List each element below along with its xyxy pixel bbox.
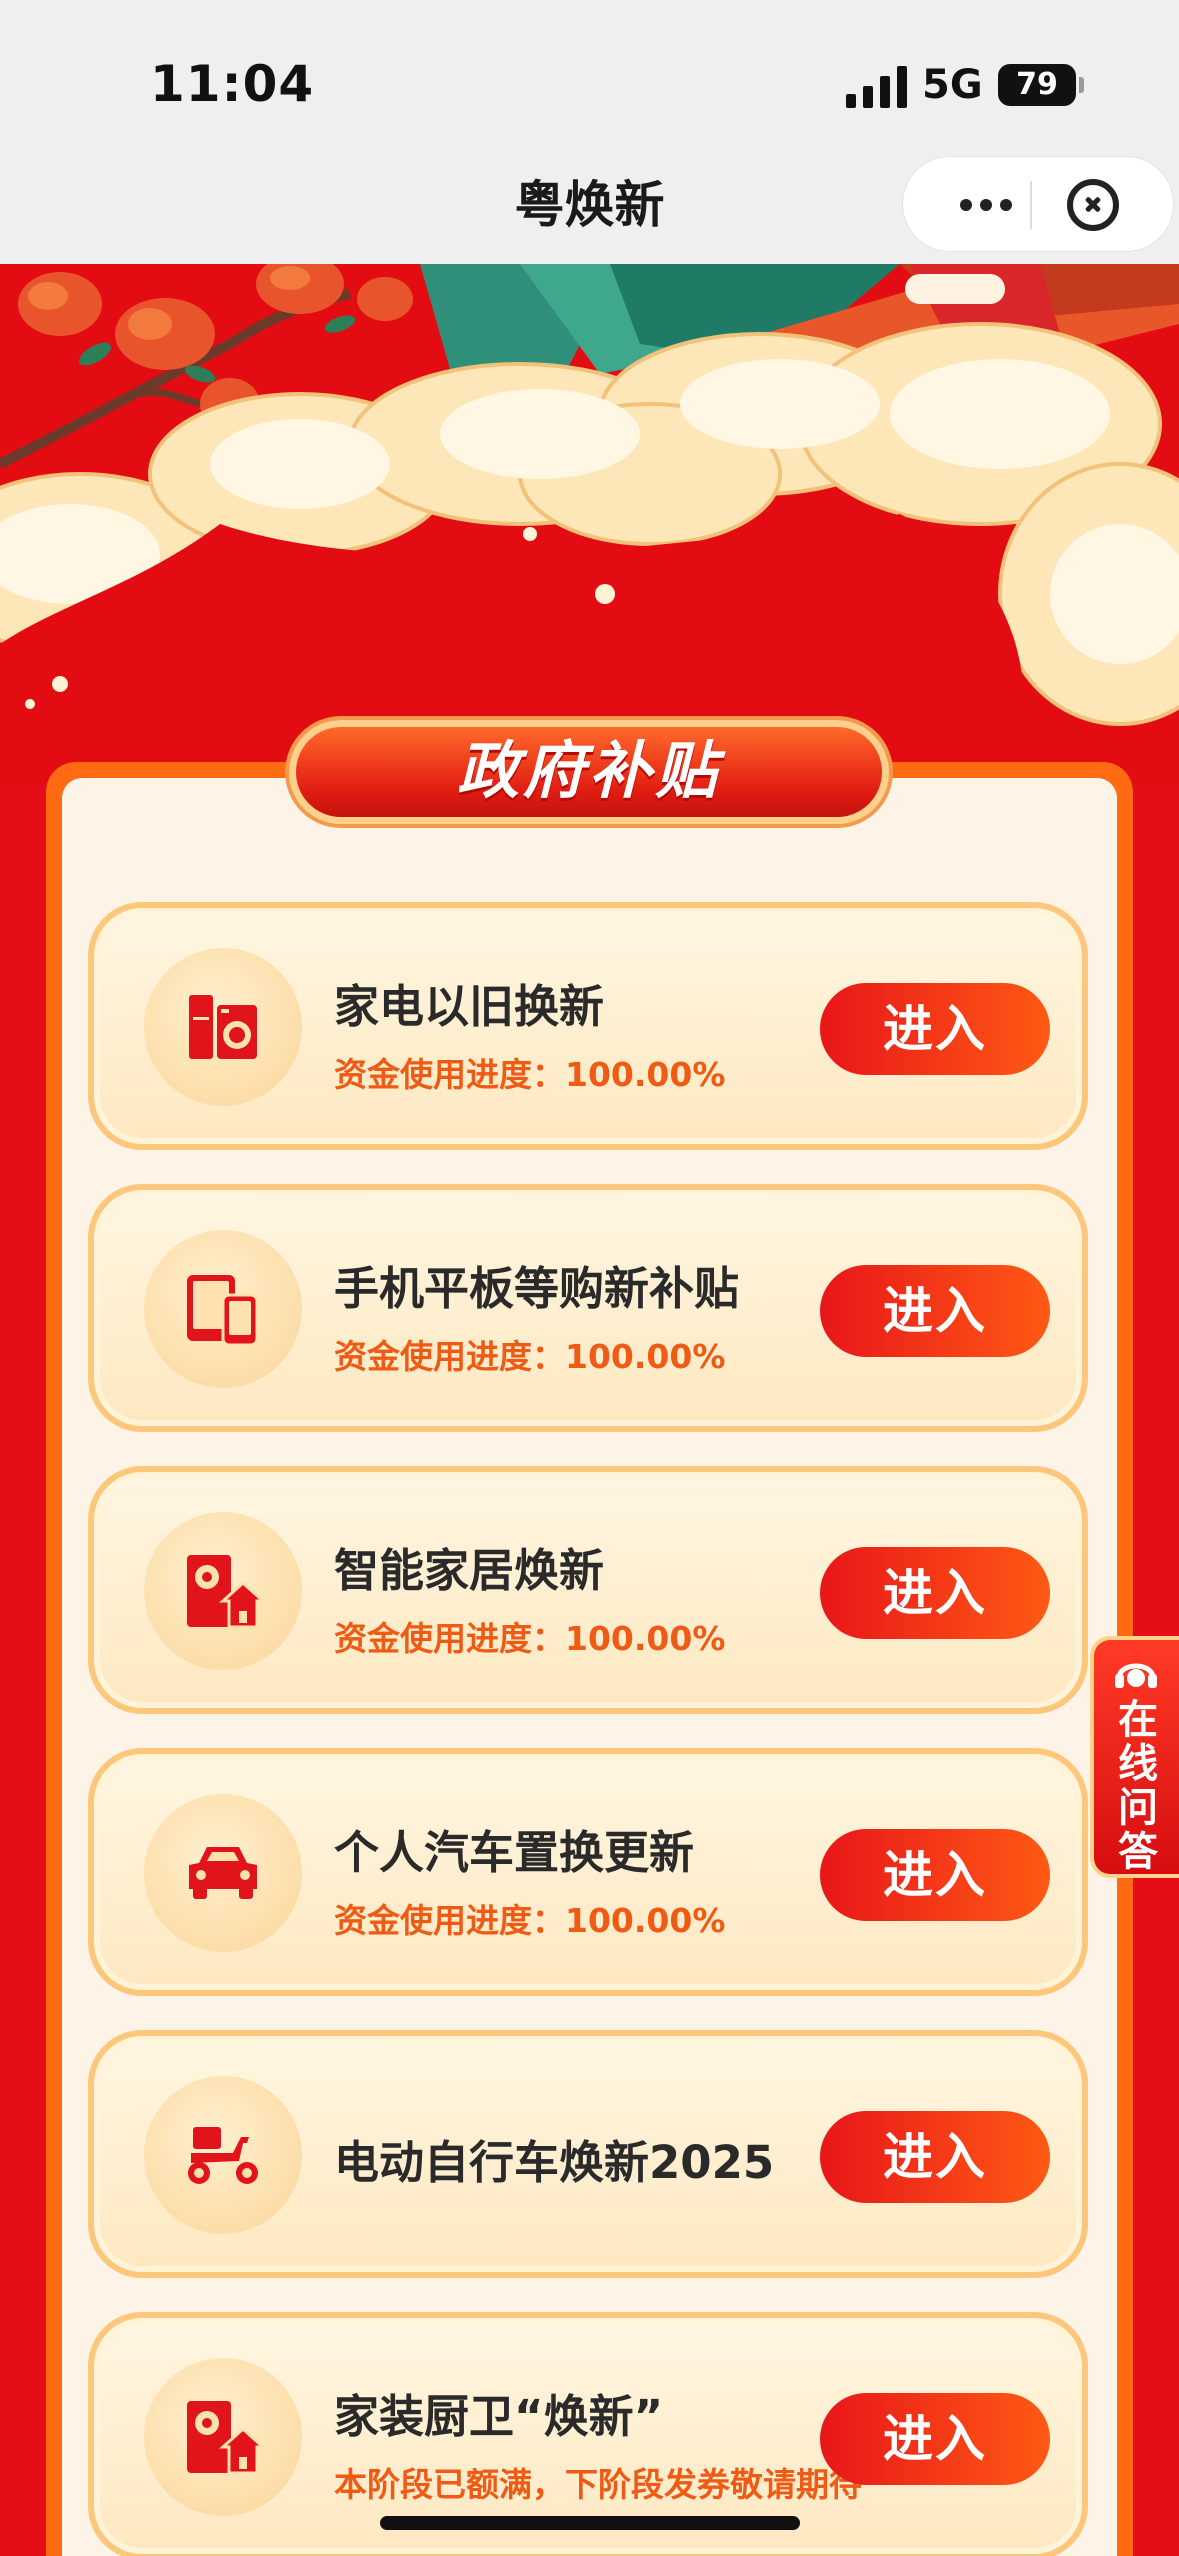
phone-tablet-icon [187, 1275, 259, 1347]
smart-home-icon-wrap [144, 1512, 302, 1670]
nav-bar: 粤焕新 [0, 150, 1179, 264]
card-title: 智能家居焕新 [334, 1544, 605, 1597]
card-progress: 资金使用进度：100.00% [334, 1337, 726, 1376]
appliance-icon [189, 995, 257, 1059]
enter-button[interactable]: 进入 [820, 1547, 1050, 1639]
enter-button[interactable]: 进入 [820, 1829, 1050, 1921]
card-title: 家电以旧换新 [334, 980, 605, 1033]
online-qa-label: 在线问答 [1118, 1697, 1158, 1875]
home-kitchen-icon [187, 2401, 263, 2475]
scooter-icon [188, 2127, 258, 2184]
phone-tablet-icon-wrap [144, 1230, 302, 1388]
enter-button[interactable]: 进入 [820, 1265, 1050, 1357]
card-progress: 资金使用进度：100.00% [334, 1619, 726, 1658]
customer-service-icon [1115, 1663, 1157, 1688]
section-title: 政府补贴 [289, 720, 889, 824]
card-title: 个人汽车置换更新 [334, 1826, 695, 1879]
status-bar: 11:04 5G 79 [0, 0, 1179, 150]
signal-icon [846, 66, 907, 108]
smart-home-icon [187, 1555, 263, 1629]
header-banner [0, 264, 1179, 784]
miniprogram-capsule [902, 156, 1174, 252]
card-title: 电动自行车焕新2025 [334, 2136, 775, 2189]
close-icon[interactable] [1067, 179, 1119, 231]
appliance-icon-wrap [144, 948, 302, 1106]
card-progress: 资金使用进度：100.00% [334, 1055, 726, 1094]
status-time: 11:04 [150, 55, 315, 113]
enter-button[interactable]: 进入 [820, 2111, 1050, 2203]
subsidy-card-phone[interactable]: 手机平板等购新补贴 资金使用进度：100.00% 进入 [88, 1184, 1088, 1432]
capsule-divider [1030, 181, 1032, 229]
banner-illustration [0, 264, 1179, 784]
card-title: 家装厨卫“焕新” [334, 2390, 664, 2443]
card-progress: 资金使用进度：100.00% [334, 1901, 726, 1940]
enter-button[interactable]: 进入 [820, 2393, 1050, 2485]
car-icon [189, 1847, 257, 1899]
network-type: 5G [922, 62, 983, 108]
enter-button[interactable]: 进入 [820, 983, 1050, 1075]
home-kitchen-icon-wrap [144, 2358, 302, 2516]
more-icon[interactable] [931, 163, 1041, 247]
car-icon-wrap [144, 1794, 302, 1952]
card-notice: 本阶段已额满，下阶段发券敬请期待 [334, 2465, 862, 2504]
subsidy-card-ebike[interactable]: 电动自行车焕新2025 进入 [88, 2030, 1088, 2278]
scooter-icon-wrap [144, 2076, 302, 2234]
card-title: 手机平板等购新补贴 [334, 1262, 740, 1315]
online-qa-tab[interactable]: 在线问答 [1090, 1636, 1179, 1878]
subsidy-card-car[interactable]: 个人汽车置换更新 资金使用进度：100.00% 进入 [88, 1748, 1088, 1996]
home-indicator [380, 2516, 800, 2530]
subsidy-card-smart-home[interactable]: 智能家居焕新 资金使用进度：100.00% 进入 [88, 1466, 1088, 1714]
subsidy-card-appliance[interactable]: 家电以旧换新 资金使用进度：100.00% 进入 [88, 902, 1088, 1150]
battery-icon: 79 [998, 64, 1084, 106]
